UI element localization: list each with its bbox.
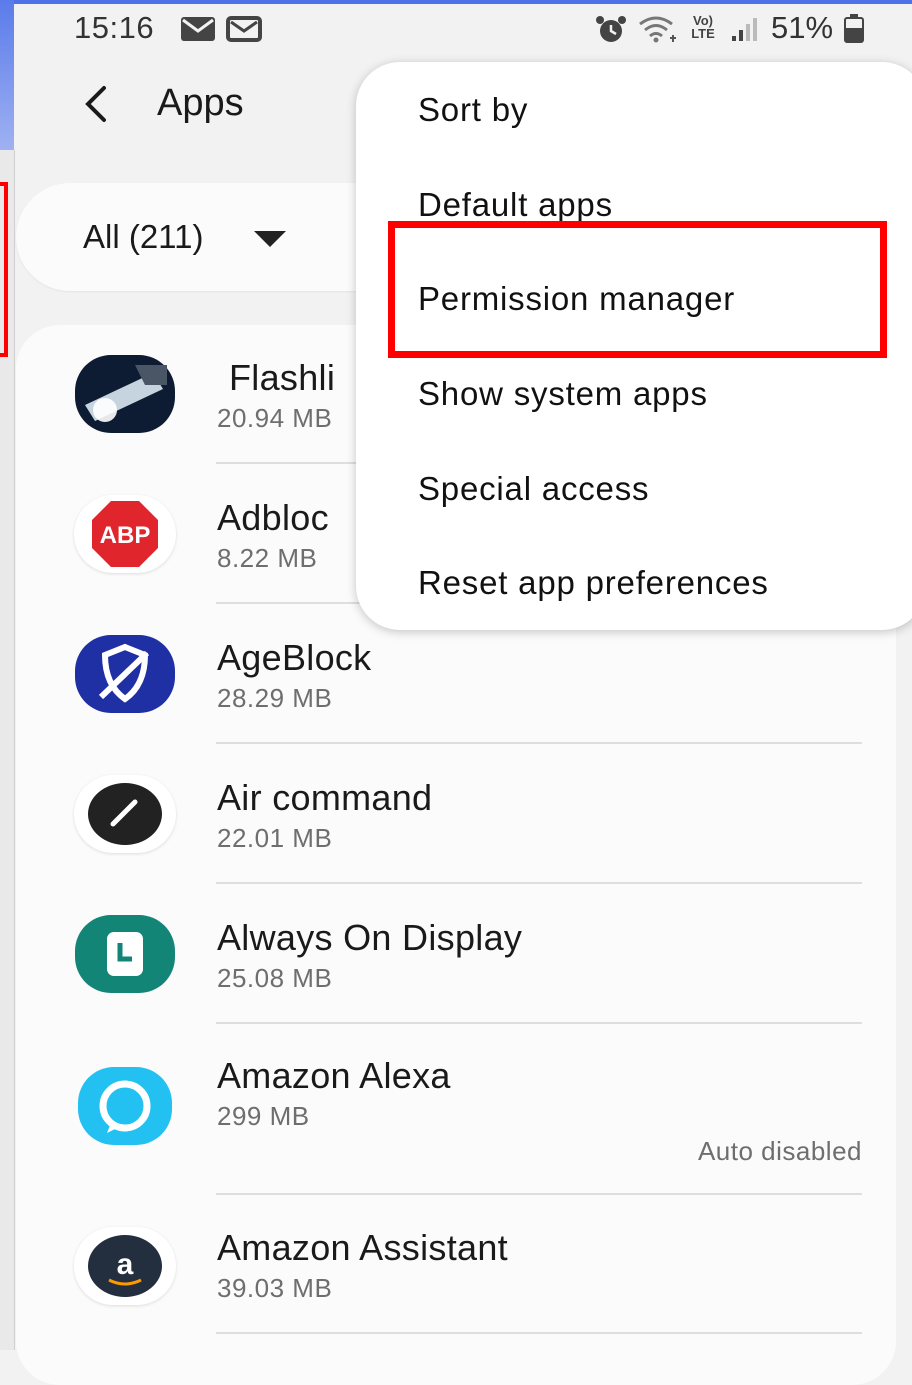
amazon-icon: a: [74, 1227, 176, 1305]
menu-item-show-system-apps[interactable]: Show system apps: [418, 375, 708, 413]
row-divider: [216, 1193, 862, 1195]
highlight-box-permission-manager: [388, 221, 887, 358]
row-divider: [216, 1332, 862, 1334]
frame-red-mark: [0, 182, 8, 357]
ageblock-shield-icon: [74, 635, 176, 713]
app-name: Flashli: [229, 357, 336, 398]
pen-icon: [74, 775, 176, 853]
app-size: 20.94 MB: [217, 403, 333, 433]
message-icon: [226, 16, 262, 42]
back-arrow-icon[interactable]: [76, 82, 116, 126]
app-size: 22.01 MB: [217, 823, 333, 853]
alexa-icon: [74, 1067, 176, 1145]
caret-down-icon: [254, 231, 286, 247]
status-bar: 15:16 Vo) LTE 51%: [14, 4, 912, 54]
mail-icon: [181, 17, 215, 41]
svg-text:a: a: [117, 1248, 134, 1281]
app-name: AgeBlock: [217, 637, 372, 678]
filter-label: All (211): [83, 218, 204, 255]
wifi-icon: [639, 16, 676, 43]
battery-percent: 51%: [771, 10, 834, 45]
menu-item-reset-app-preferences[interactable]: Reset app preferences: [418, 564, 769, 602]
row-divider: [216, 1022, 862, 1024]
menu-item-special-access[interactable]: Special access: [418, 470, 649, 508]
battery-icon: [844, 14, 864, 43]
row-divider: [216, 882, 862, 884]
signal-icon: [732, 18, 757, 41]
row-divider: [216, 742, 862, 744]
app-size: 25.08 MB: [217, 963, 333, 993]
clock-icon: [74, 915, 176, 993]
adblock-abp-icon: ABP: [74, 495, 176, 573]
status-time: 15:16: [74, 10, 155, 45]
app-size: 28.29 MB: [217, 683, 333, 713]
status-badge: Auto disabled: [697, 1136, 862, 1166]
app-name: Air command: [217, 777, 433, 818]
volte-icon: Vo) LTE: [691, 13, 715, 41]
alarm-icon: [596, 16, 626, 42]
app-name: Amazon Alexa: [217, 1055, 451, 1096]
frame-edge-left: [0, 0, 14, 150]
menu-item-sort-by[interactable]: Sort by: [418, 91, 528, 129]
app-size: 39.03 MB: [217, 1273, 333, 1303]
flashlight-icon: [74, 355, 176, 433]
app-name: Amazon Assistant: [217, 1227, 508, 1268]
menu-item-default-apps[interactable]: Default apps: [418, 186, 613, 224]
app-name: Adbloc: [217, 497, 329, 538]
svg-text:ABP: ABP: [100, 522, 151, 549]
page-title: Apps: [157, 82, 244, 124]
app-size: 8.22 MB: [217, 543, 318, 573]
app-size: 299 MB: [217, 1101, 310, 1131]
app-name: Always On Display: [217, 917, 523, 958]
